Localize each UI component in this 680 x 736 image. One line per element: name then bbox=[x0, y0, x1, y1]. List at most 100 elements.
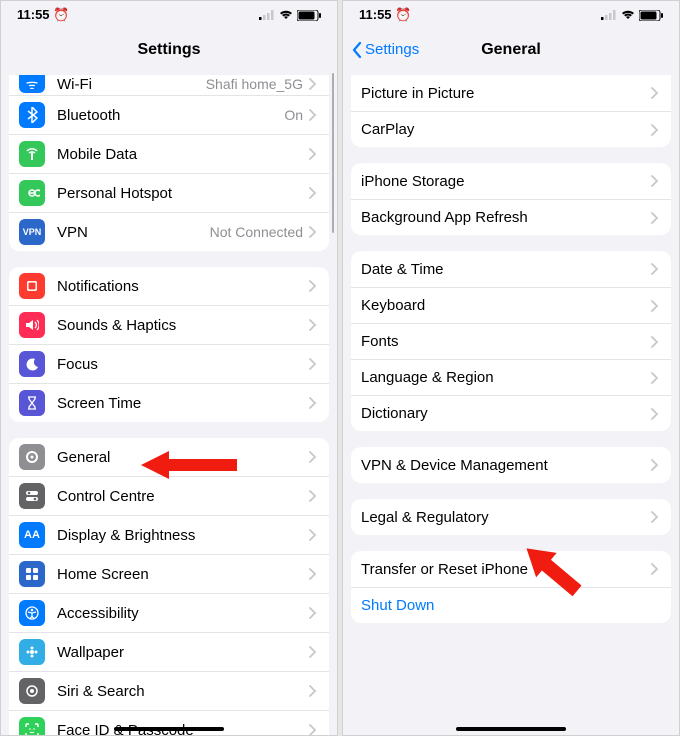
row-screen-time[interactable]: Screen Time bbox=[9, 383, 329, 422]
row-label: Personal Hotspot bbox=[57, 185, 309, 202]
cellular-icon bbox=[259, 10, 275, 20]
row-sounds[interactable]: Sounds & Haptics bbox=[9, 305, 329, 344]
text-size-icon: AA bbox=[19, 522, 45, 548]
scroll-indicator bbox=[332, 73, 335, 233]
row-storage[interactable]: iPhone Storage bbox=[351, 163, 671, 199]
row-label: VPN & Device Management bbox=[361, 457, 651, 474]
row-pip[interactable]: Picture in Picture bbox=[351, 75, 671, 111]
settings-list[interactable]: ᯤ Wi-Fi Shafi home_5G Bluetooth On Mobil… bbox=[1, 71, 337, 735]
chevron-right-icon bbox=[309, 397, 319, 409]
chevron-right-icon bbox=[651, 87, 661, 99]
row-legal[interactable]: Legal & Regulatory bbox=[351, 499, 671, 535]
chevron-right-icon bbox=[309, 451, 319, 463]
chevron-right-icon bbox=[651, 212, 661, 224]
row-label: Keyboard bbox=[361, 297, 651, 314]
wifi-icon bbox=[621, 10, 635, 20]
row-notifications[interactable]: Notifications bbox=[9, 267, 329, 305]
row-label: Notifications bbox=[57, 278, 309, 295]
row-label: Accessibility bbox=[57, 605, 309, 622]
chevron-right-icon bbox=[651, 175, 661, 187]
chevron-right-icon bbox=[651, 263, 661, 275]
chevron-right-icon bbox=[309, 78, 319, 90]
page-title: General bbox=[481, 41, 541, 59]
row-transfer-reset[interactable]: Transfer or Reset iPhone bbox=[351, 551, 671, 587]
cellular-icon bbox=[601, 10, 617, 20]
row-label: Dictionary bbox=[361, 405, 651, 422]
row-personal-hotspot[interactable]: Personal Hotspot bbox=[9, 173, 329, 212]
group-notifications: Notifications Sounds & Haptics Focus Scr… bbox=[9, 267, 329, 422]
nav-bar: Settings bbox=[1, 29, 337, 71]
battery-icon bbox=[297, 10, 321, 21]
home-indicator[interactable] bbox=[456, 727, 566, 731]
row-general[interactable]: General bbox=[9, 438, 329, 476]
chevron-right-icon bbox=[651, 372, 661, 384]
row-shut-down[interactable]: Shut Down bbox=[351, 587, 671, 623]
group-pip: Picture in Picture CarPlay bbox=[351, 75, 671, 147]
row-label: iPhone Storage bbox=[361, 173, 651, 190]
row-faceid[interactable]: Face ID & Passcode bbox=[9, 710, 329, 735]
row-fonts[interactable]: Fonts bbox=[351, 323, 671, 359]
wifi-icon: ᯤ bbox=[19, 75, 45, 93]
row-control-centre[interactable]: Control Centre bbox=[9, 476, 329, 515]
chevron-right-icon bbox=[309, 646, 319, 658]
row-mobile-data[interactable]: Mobile Data bbox=[9, 134, 329, 173]
group-lang: Date & Time Keyboard Fonts Language & Re… bbox=[351, 251, 671, 431]
chevron-right-icon bbox=[309, 685, 319, 697]
row-dictionary[interactable]: Dictionary bbox=[351, 395, 671, 431]
chevron-right-icon bbox=[651, 459, 661, 471]
back-button[interactable]: Settings bbox=[351, 29, 419, 70]
chevron-right-icon bbox=[651, 300, 661, 312]
siri-icon bbox=[19, 678, 45, 704]
row-carplay[interactable]: CarPlay bbox=[351, 111, 671, 147]
chevron-right-icon bbox=[309, 724, 319, 735]
moon-icon bbox=[19, 351, 45, 377]
row-focus[interactable]: Focus bbox=[9, 344, 329, 383]
person-icon bbox=[19, 600, 45, 626]
status-time: 11:55 ⏰ bbox=[17, 7, 69, 23]
chevron-right-icon bbox=[309, 148, 319, 160]
row-bg-refresh[interactable]: Background App Refresh bbox=[351, 199, 671, 235]
chevron-right-icon bbox=[651, 563, 661, 575]
row-label: Wi-Fi bbox=[57, 76, 206, 93]
chevron-right-icon bbox=[309, 109, 319, 121]
row-siri[interactable]: Siri & Search bbox=[9, 671, 329, 710]
row-label: Bluetooth bbox=[57, 107, 284, 124]
row-label: Legal & Regulatory bbox=[361, 509, 651, 526]
gear-icon bbox=[19, 444, 45, 470]
row-accessibility[interactable]: Accessibility bbox=[9, 593, 329, 632]
chevron-right-icon bbox=[309, 280, 319, 292]
row-detail: Not Connected bbox=[210, 224, 303, 240]
row-home-screen[interactable]: Home Screen bbox=[9, 554, 329, 593]
row-vpn-mgmt[interactable]: VPN & Device Management bbox=[351, 447, 671, 483]
group-general: General Control Centre AA Display & Brig… bbox=[9, 438, 329, 735]
chevron-right-icon bbox=[309, 319, 319, 331]
row-wifi[interactable]: ᯤ Wi-Fi Shafi home_5G bbox=[9, 75, 329, 95]
row-wallpaper[interactable]: Wallpaper bbox=[9, 632, 329, 671]
row-label: VPN bbox=[57, 224, 210, 241]
home-indicator[interactable] bbox=[114, 727, 224, 731]
row-date-time[interactable]: Date & Time bbox=[351, 251, 671, 287]
group-storage: iPhone Storage Background App Refresh bbox=[351, 163, 671, 235]
row-label: Wallpaper bbox=[57, 644, 309, 661]
row-keyboard[interactable]: Keyboard bbox=[351, 287, 671, 323]
row-display[interactable]: AA Display & Brightness bbox=[9, 515, 329, 554]
battery-icon bbox=[639, 10, 663, 21]
row-lang-region[interactable]: Language & Region bbox=[351, 359, 671, 395]
chevron-right-icon bbox=[309, 490, 319, 502]
general-list[interactable]: Picture in Picture CarPlay iPhone Storag… bbox=[343, 71, 679, 735]
chevron-right-icon bbox=[309, 529, 319, 541]
row-label: Home Screen bbox=[57, 566, 309, 583]
chevron-right-icon bbox=[651, 124, 661, 136]
row-label: CarPlay bbox=[361, 121, 651, 138]
status-icons bbox=[601, 10, 663, 21]
back-label: Settings bbox=[365, 41, 419, 58]
row-label: Date & Time bbox=[361, 261, 651, 278]
row-bluetooth[interactable]: Bluetooth On bbox=[9, 95, 329, 134]
row-vpn[interactable]: VPN VPN Not Connected bbox=[9, 212, 329, 251]
link-icon bbox=[19, 180, 45, 206]
grid-icon bbox=[19, 561, 45, 587]
switches-icon bbox=[19, 483, 45, 509]
chevron-right-icon bbox=[651, 336, 661, 348]
row-label: Control Centre bbox=[57, 488, 309, 505]
right-phone: 11:55 ⏰ Settings General Picture in Pict… bbox=[342, 0, 680, 736]
